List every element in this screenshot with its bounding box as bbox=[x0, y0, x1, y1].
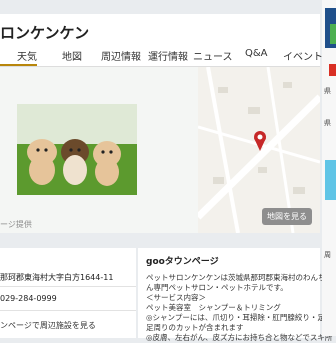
tab-news[interactable]: ニュース bbox=[193, 48, 233, 63]
header-card: ロンケンケン bbox=[0, 14, 320, 50]
tab-weather[interactable]: 天気 bbox=[17, 48, 37, 63]
media-panel: ージ提供 地図を見る bbox=[0, 67, 320, 233]
description-title: gooタウンページ bbox=[146, 257, 219, 267]
info-card: 那珂郡東海村大字白方1644-11 029-284-0999 ンページで周辺施設… bbox=[0, 248, 136, 338]
page-title: ロンケンケン bbox=[0, 24, 90, 42]
address-text: 那珂郡東海村大字白方1644-11 bbox=[0, 273, 114, 282]
divider bbox=[0, 286, 136, 287]
photo-area: ージ提供 bbox=[0, 67, 198, 233]
description-line: ◎皮膚、左右がん、皮ズ方にお持ち合と物などでスキ所 bbox=[146, 333, 333, 342]
active-tab-indicator bbox=[0, 64, 37, 66]
view-map-button[interactable]: 地図を見る bbox=[262, 208, 312, 225]
phone-number[interactable]: 029-284-0999 bbox=[0, 294, 57, 303]
tab-traffic[interactable]: 運行情報 bbox=[148, 48, 188, 63]
tab-event[interactable]: イベント bbox=[283, 48, 323, 63]
sidebar-label: 県 bbox=[324, 119, 331, 127]
divider bbox=[0, 310, 136, 311]
map-area[interactable]: 地図を見る bbox=[198, 67, 320, 233]
sidebar-ad-badge[interactable] bbox=[329, 64, 336, 76]
photo-credit: ージ提供 bbox=[0, 220, 32, 229]
tab-bar: 天気 地図 周辺情報 運行情報 ニュース Q&A イベント bbox=[0, 46, 323, 67]
sidebar-label: 周 bbox=[324, 251, 331, 259]
tab-map[interactable]: 地図 bbox=[62, 48, 82, 63]
tab-nearby[interactable]: 周辺情報 bbox=[101, 48, 141, 63]
sidebar-label: 県 bbox=[324, 87, 331, 95]
puppies-photo[interactable] bbox=[17, 104, 137, 195]
tab-qa[interactable]: Q&A bbox=[245, 48, 268, 59]
description-card: gooタウンページ ペットサロンケンケンは茨城県那珂郡東海村のわんちゃ ん専門ペ… bbox=[138, 248, 333, 342]
sidebar-ad-image[interactable] bbox=[325, 160, 336, 200]
nearby-link[interactable]: ンページで周辺施設を見る bbox=[0, 320, 96, 331]
sidebar-ad-accent bbox=[330, 24, 336, 44]
